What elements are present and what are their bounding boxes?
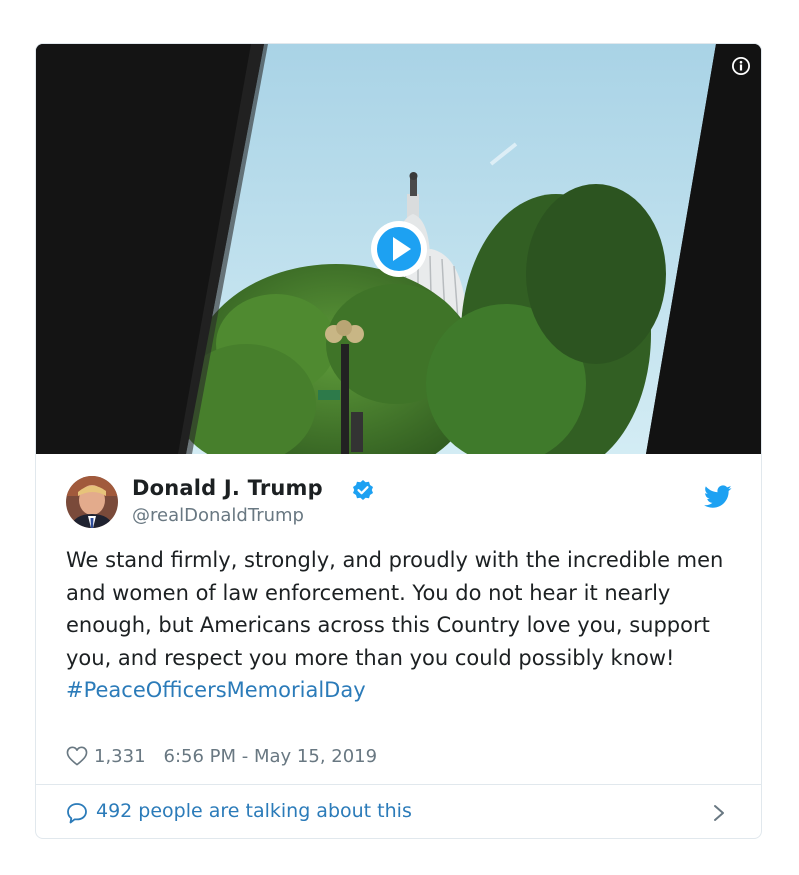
verified-badge-icon bbox=[353, 480, 373, 500]
avatar-image bbox=[66, 476, 118, 528]
play-icon[interactable] bbox=[370, 220, 428, 278]
info-icon[interactable] bbox=[731, 56, 751, 76]
conversation-link[interactable]: 492 people are talking about this bbox=[36, 785, 761, 838]
chevron-right-icon[interactable] bbox=[712, 803, 726, 823]
speech-bubble-icon bbox=[67, 803, 87, 824]
hashtag-link[interactable]: #PeaceOfficersMemorialDay bbox=[66, 678, 366, 702]
tweet-text: We stand firmly, strongly, and proudly w… bbox=[66, 548, 724, 670]
tweet-body: We stand firmly, strongly, and proudly w… bbox=[66, 544, 736, 707]
conversation-count-label[interactable]: 492 people are talking about this bbox=[96, 800, 412, 822]
like-count[interactable]: 1,331 bbox=[94, 746, 146, 767]
heart-icon[interactable] bbox=[66, 746, 88, 766]
twitter-bird-icon[interactable] bbox=[704, 485, 732, 509]
video-thumbnail[interactable] bbox=[36, 44, 761, 454]
embedded-tweet-card: Donald J. Trump @realDonaldTrump We stan… bbox=[35, 43, 762, 839]
tweet-header: Donald J. Trump @realDonaldTrump bbox=[36, 454, 761, 554]
author-avatar[interactable] bbox=[66, 476, 118, 528]
author-handle[interactable]: @realDonaldTrump bbox=[132, 505, 304, 526]
author-name[interactable]: Donald J. Trump bbox=[132, 476, 323, 500]
tweet-meta: 1,331 6:56 PM - May 15, 2019 bbox=[66, 742, 377, 770]
tweet-timestamp[interactable]: 6:56 PM - May 15, 2019 bbox=[164, 746, 378, 767]
